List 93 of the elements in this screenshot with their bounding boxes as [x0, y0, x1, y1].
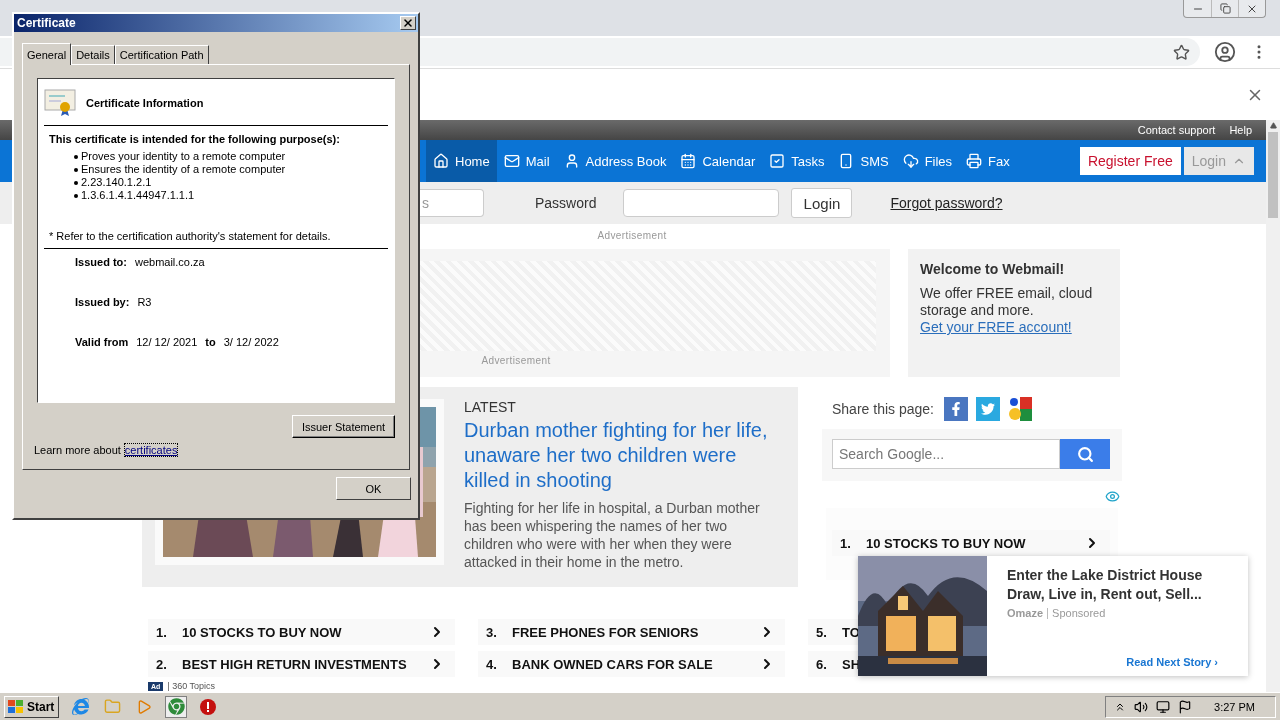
field-value: webmail.co.za: [134, 256, 205, 268]
account-icon[interactable]: [1214, 41, 1236, 63]
topic-link[interactable]: 3. FREE PHONES FOR SENIORS: [478, 619, 785, 645]
field-value: 12/ 12/ 2021: [136, 336, 198, 348]
certificate-icon: [44, 89, 76, 117]
window-title: Certificate: [17, 16, 76, 30]
username-field[interactable]: s: [420, 189, 484, 217]
nav-icon: [902, 153, 919, 169]
bullet-icon: [74, 168, 78, 173]
ad-label: Advertisement: [597, 230, 667, 242]
field-label: to: [205, 336, 216, 348]
bullet-icon: [74, 194, 78, 199]
nav-item[interactable]: SMS: [831, 140, 896, 182]
section-label: LATEST: [464, 399, 517, 415]
topic-link[interactable]: 2. BEST HIGH RETURN INVESTMENTS: [148, 651, 455, 677]
purpose-item: 2.23.140.1.2.1: [81, 176, 152, 188]
certificates-link[interactable]: certificates: [124, 444, 178, 456]
nav-item[interactable]: Files: [895, 140, 960, 182]
scroll-up-icon[interactable]: [1269, 121, 1277, 129]
windows-logo-icon: [8, 699, 24, 714]
topics-credit: | 360 Topics: [167, 681, 216, 691]
bullet-icon: [74, 155, 78, 160]
network-icon[interactable]: [1156, 699, 1171, 714]
field-value: 3/ 12/ 2022: [223, 336, 279, 348]
purpose-title: This certificate is intended for the following purpose(s):: [49, 133, 341, 145]
headline-link[interactable]: Durban mother fighting for her life, unaware her two children were killed in shooting: [464, 418, 776, 493]
nav-icon: [966, 153, 983, 169]
search-field[interactable]: Search Google...: [832, 439, 1060, 469]
search-icon: [1076, 445, 1094, 463]
nav-item[interactable]: Mail: [496, 140, 557, 182]
bird-icon: [980, 402, 995, 416]
nav-icon: [769, 153, 786, 169]
learn-more-text: Learn more about: [34, 444, 121, 456]
sponsor-name: Omaze: [1007, 607, 1044, 619]
top-link[interactable]: Help: [1229, 124, 1252, 136]
password-field[interactable]: [623, 189, 780, 217]
ok-button[interactable]: OK: [336, 477, 411, 500]
restore-icon: [1219, 3, 1231, 14]
share-label: Share this page:: [832, 401, 934, 417]
ad-label: Advertisement: [481, 355, 551, 366]
note-text: * Refer to the certification authority's statement for details.: [49, 230, 332, 244]
star-icon[interactable]: [1173, 43, 1190, 61]
nav-icon: [680, 153, 697, 169]
purpose-item: 1.3.6.1.4.1.44947.1.1.1: [81, 189, 195, 201]
bullet-icon: [74, 181, 78, 186]
sponsored-card[interactable]: Enter the Lake District House Draw, Live in, Rent out, Sell... Omaze Sponsored Read Next Story ›: [858, 556, 1248, 676]
chrome-icon[interactable]: [167, 698, 185, 715]
field-label: Issued by:: [75, 296, 130, 308]
nav-item[interactable]: Fax: [959, 140, 1017, 182]
welcome-text: We offer FREE email, cloud storage and more. Get your FREE account!: [920, 285, 1094, 336]
password-label: Password: [535, 195, 597, 211]
nav-icon: [503, 153, 520, 169]
facebook-button[interactable]: [943, 397, 968, 421]
topic-link[interactable]: 1. 10 STOCKS TO BUY NOW: [148, 619, 455, 645]
forgot-password-link[interactable]: Forgot password?: [890, 195, 1003, 211]
speaker-icon[interactable]: [1134, 699, 1149, 714]
topic-link[interactable]: 4. BANK OWNED CARS FOR SALE: [478, 651, 785, 677]
article-summary: Fighting for her life in hospital, a Durban mother has been whispering the names of her two children who were with her when they were attacked in their home in the metro.: [464, 499, 761, 571]
info-heading: Certificate Information: [86, 97, 204, 109]
google-plus-icon: [1007, 397, 1032, 421]
purpose-item: Proves your identity to a remote computer: [81, 150, 286, 162]
register-button[interactable]: Register Free: [1079, 147, 1181, 175]
search-button[interactable]: [1060, 439, 1110, 469]
browser-icon[interactable]: [71, 698, 89, 715]
twitter-button[interactable]: [975, 397, 1000, 421]
start-button[interactable]: Start: [4, 695, 60, 718]
eye-icon[interactable]: [1105, 489, 1120, 504]
purpose-item: Ensures the identity of a remote computer: [81, 163, 286, 175]
close-icon: [402, 17, 414, 29]
flag-icon[interactable]: [1178, 699, 1193, 714]
scrollbar[interactable]: [1266, 120, 1280, 692]
stop-icon: [199, 697, 218, 716]
scroll-thumb[interactable]: [1268, 132, 1278, 218]
field-label: Valid from: [75, 336, 129, 348]
field-value: R3: [137, 296, 152, 308]
issuer-statement-button[interactable]: Issuer Statement: [292, 415, 395, 438]
read-next-link[interactable]: Read Next Story ›: [1126, 656, 1218, 668]
top-link[interactable]: Contact support: [1137, 124, 1216, 136]
tab[interactable]: Details: [71, 45, 115, 64]
clock: 3:27 PM: [1214, 700, 1255, 713]
signup-link[interactable]: Get your FREE account!: [920, 319, 1072, 335]
nav-item[interactable]: Address Book: [556, 140, 674, 182]
nav-item[interactable]: Tasks: [762, 140, 832, 182]
welcome-title: Welcome to Webmail!: [920, 261, 1066, 277]
tab[interactable]: Certification Path: [114, 45, 209, 64]
sponsored-tag: Sponsored: [1052, 607, 1106, 619]
sponsored-title: Enter the Lake District House Draw, Live in, Rent out, Sell...: [1007, 566, 1204, 604]
nav-item[interactable]: Calendar: [673, 140, 763, 182]
login-button[interactable]: Login: [791, 188, 853, 218]
tab[interactable]: General: [22, 43, 72, 65]
field-label: Issued to:: [75, 256, 127, 268]
nav-icon: [433, 153, 449, 169]
nav-item[interactable]: Home: [426, 140, 497, 182]
